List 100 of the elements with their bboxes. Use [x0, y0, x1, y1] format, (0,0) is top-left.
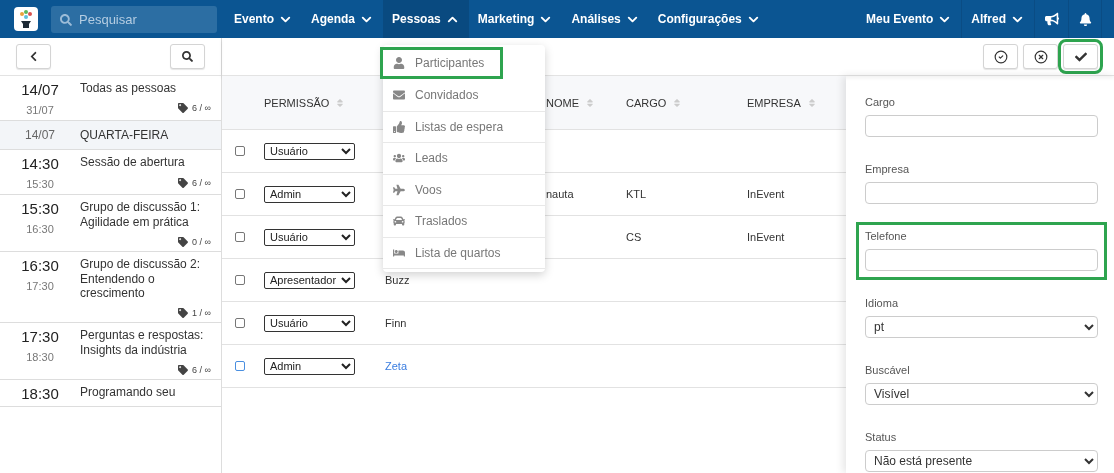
session-title: Grupo de discussão 2: Entendendo o crescimento	[80, 257, 202, 301]
column-header[interactable]: NOME	[546, 96, 579, 109]
text-field[interactable]	[865, 182, 1098, 204]
column-header[interactable]: PERMISSÃO	[264, 96, 330, 109]
search-icon	[60, 13, 72, 26]
megaphone-icon	[1044, 12, 1059, 26]
field-label: Buscável	[865, 364, 911, 376]
row-checkbox[interactable]	[235, 146, 245, 156]
bed-icon	[393, 246, 405, 259]
attendee-count: 0 / ∞	[192, 237, 211, 248]
thumbs-up-icon	[393, 120, 405, 133]
dropdown-select[interactable]: pt	[865, 316, 1098, 338]
close-circle-icon	[1033, 49, 1048, 64]
date-text: 14/07	[25, 128, 55, 142]
search-icon	[182, 51, 193, 62]
envelope-icon	[393, 89, 405, 102]
field-label: Status	[865, 431, 898, 443]
row-checkbox[interactable]	[235, 318, 245, 328]
menu-item[interactable]: Listas de espera	[383, 111, 545, 143]
session-title: Sessão de abertura	[80, 155, 186, 170]
tag-icon	[178, 365, 189, 376]
tag-icon	[178, 237, 189, 248]
menu-item[interactable]: Lista de quartos	[383, 237, 545, 269]
permission-select[interactable]: Usuário	[264, 228, 355, 246]
notifications-button[interactable]	[1068, 0, 1102, 38]
field-label: Empresa	[865, 163, 911, 175]
nav-menu[interactable]: Alfred	[961, 0, 1034, 38]
menu-item[interactable]: Leads	[383, 143, 545, 175]
logo-icon	[14, 7, 38, 31]
end-time: 15:30	[26, 178, 54, 191]
end-time: 16:30	[26, 223, 54, 236]
session-title: QUARTA-FEIRA	[80, 128, 170, 143]
text-field[interactable]	[865, 249, 1098, 271]
nav-menu[interactable]: Análises	[562, 0, 649, 38]
start-time: 14/07	[21, 81, 59, 98]
dropdown-select[interactable]: Não está presente	[865, 450, 1098, 472]
field-label: Cargo	[865, 96, 896, 108]
permission-select[interactable]: Admin	[264, 185, 355, 203]
nav-menu[interactable]: Pessoas	[383, 0, 469, 38]
car-icon	[393, 215, 405, 228]
users-icon	[393, 152, 405, 165]
table-cell: KTL	[626, 188, 647, 200]
check-circle-icon	[993, 49, 1008, 64]
start-time: 16:30	[21, 257, 59, 275]
field-label: Telefone	[865, 230, 908, 242]
text-field[interactable]	[865, 115, 1098, 137]
nav-menu[interactable]: Evento	[225, 0, 302, 38]
table-cell: InEvent	[747, 231, 785, 243]
search-field[interactable]: Pesquisar	[51, 5, 217, 33]
start-time: 15:30	[21, 200, 59, 218]
menu-item[interactable]: Participantes	[383, 50, 500, 76]
end-time: 31/07	[26, 104, 54, 116]
nav-menu[interactable]: Marketing	[468, 0, 563, 38]
user-icon	[393, 57, 405, 69]
start-time: 18:30	[21, 385, 59, 403]
session-title: Grupo de discussão 1: Agilidade em prática	[80, 200, 202, 230]
permission-select[interactable]: Apresentador	[264, 271, 355, 289]
end-time: 17:30	[26, 280, 54, 293]
field-label: Idioma	[865, 297, 900, 309]
nav-menu[interactable]: Agenda	[302, 0, 384, 38]
attendee-count: 1 / ∞	[192, 308, 211, 319]
table-cell: CS	[626, 231, 642, 243]
start-time: 17:30	[21, 328, 59, 346]
menu-item[interactable]: Convidados	[383, 80, 545, 112]
check-icon	[1074, 50, 1087, 63]
nav-menu[interactable]: Configurações	[648, 0, 770, 38]
back-button[interactable]	[16, 44, 51, 69]
column-header[interactable]: CARGO	[626, 96, 667, 109]
bell-icon	[1078, 12, 1092, 26]
table-cell: nauta	[546, 188, 574, 200]
first-name-link[interactable]: Finn	[385, 317, 407, 329]
end-time: 18:30	[26, 351, 54, 364]
permission-select[interactable]: Usuário	[264, 314, 355, 332]
row-checkbox[interactable]	[235, 275, 245, 285]
permission-select[interactable]: Usuário	[264, 142, 355, 160]
confirm-button[interactable]	[983, 44, 1018, 69]
start-time: 14:30	[21, 155, 59, 173]
search-button[interactable]	[170, 44, 205, 69]
permission-select[interactable]: Admin	[264, 357, 355, 375]
attendee-count: 6 / ∞	[192, 365, 211, 376]
table-cell: InEvent	[747, 188, 785, 200]
tag-icon	[178, 308, 189, 319]
plane-icon	[393, 183, 405, 196]
session-title: Programando seu	[80, 385, 177, 400]
chevron-left-icon	[28, 51, 39, 62]
nav-menu[interactable]: Meu Evento	[857, 0, 962, 38]
cancel-button[interactable]	[1023, 44, 1058, 69]
menu-item[interactable]: Voos	[383, 174, 545, 206]
first-name-link[interactable]: Zeta	[385, 360, 407, 372]
tag-icon	[178, 103, 189, 114]
row-checkbox[interactable]	[235, 361, 245, 371]
first-name-link[interactable]: Buzz	[385, 274, 410, 286]
session-title: Todas as pessoas	[80, 81, 178, 96]
menu-item[interactable]: Traslados	[383, 206, 545, 238]
dropdown-select[interactable]: Visível	[865, 383, 1098, 405]
row-checkbox[interactable]	[235, 232, 245, 242]
row-checkbox[interactable]	[235, 189, 245, 199]
attendee-count: 6 / ∞	[192, 177, 211, 188]
tag-icon	[178, 177, 189, 188]
column-header[interactable]: EMPRESA	[747, 96, 801, 109]
